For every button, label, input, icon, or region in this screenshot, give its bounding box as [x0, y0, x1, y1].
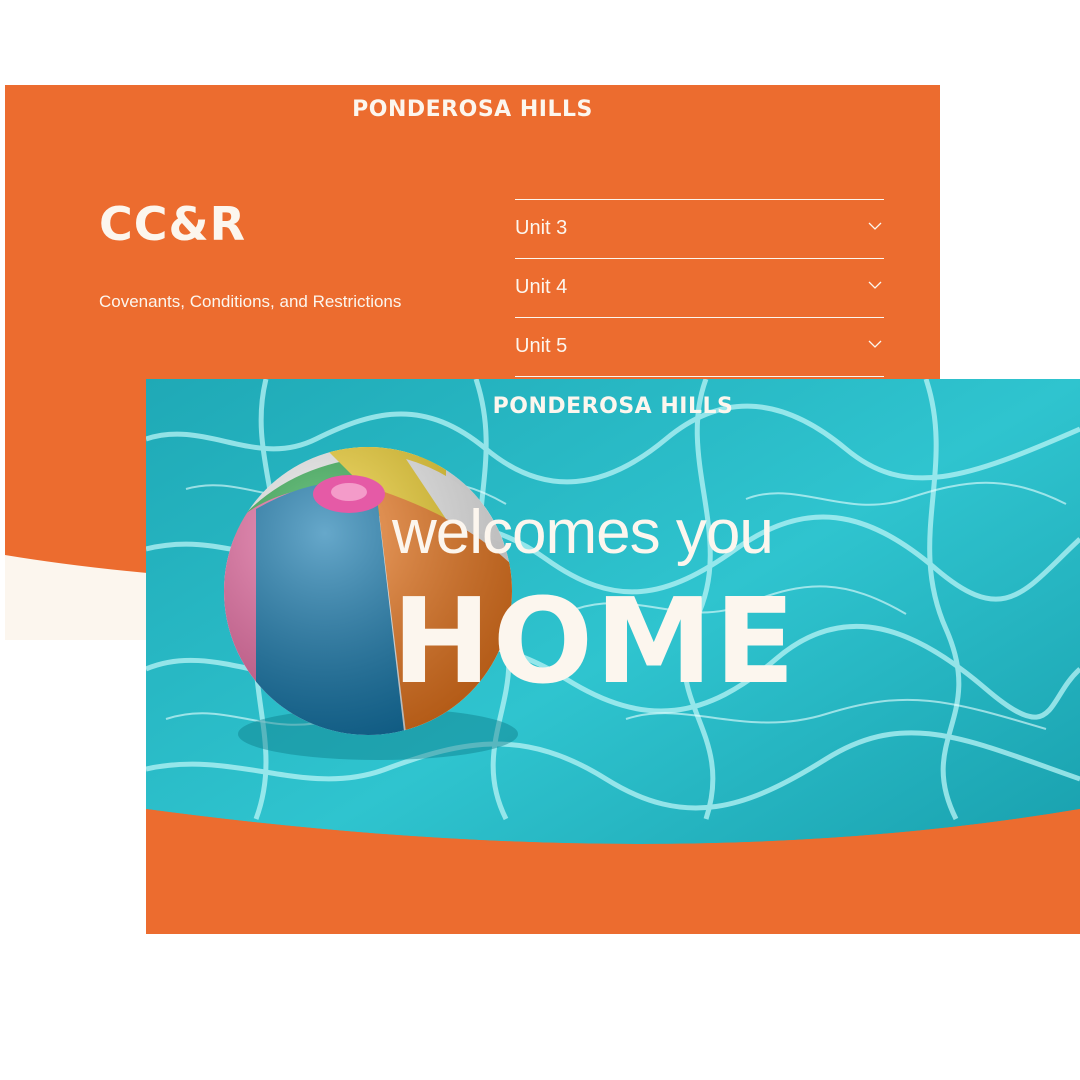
- accordion-item-unit-3[interactable]: Unit 3: [515, 199, 884, 258]
- chevron-down-icon[interactable]: [868, 221, 882, 231]
- hero-card: PONDEROSA HILLS welcomes you HOME: [146, 379, 1080, 934]
- hero-headline: HOME: [392, 572, 798, 710]
- page-subtitle: Covenants, Conditions, and Restrictions: [99, 292, 402, 311]
- brand-logo[interactable]: PONDEROSA HILLS: [146, 394, 1080, 419]
- accordion-label: Unit 5: [515, 335, 568, 357]
- accordion-label: Unit 4: [515, 276, 568, 298]
- page-title: CC&R: [99, 197, 247, 251]
- accordion-label: Unit 3: [515, 217, 568, 239]
- accordion-item-unit-5[interactable]: Unit 5: [515, 317, 884, 377]
- brand-logo[interactable]: PONDEROSA HILLS: [5, 97, 940, 122]
- hero-welcome-text: welcomes you: [392, 498, 774, 567]
- units-accordion: Unit 3 Unit 4 Unit 5: [515, 199, 884, 377]
- chevron-down-icon[interactable]: [868, 280, 882, 290]
- accordion-item-unit-4[interactable]: Unit 4: [515, 258, 884, 317]
- chevron-down-icon[interactable]: [868, 339, 882, 349]
